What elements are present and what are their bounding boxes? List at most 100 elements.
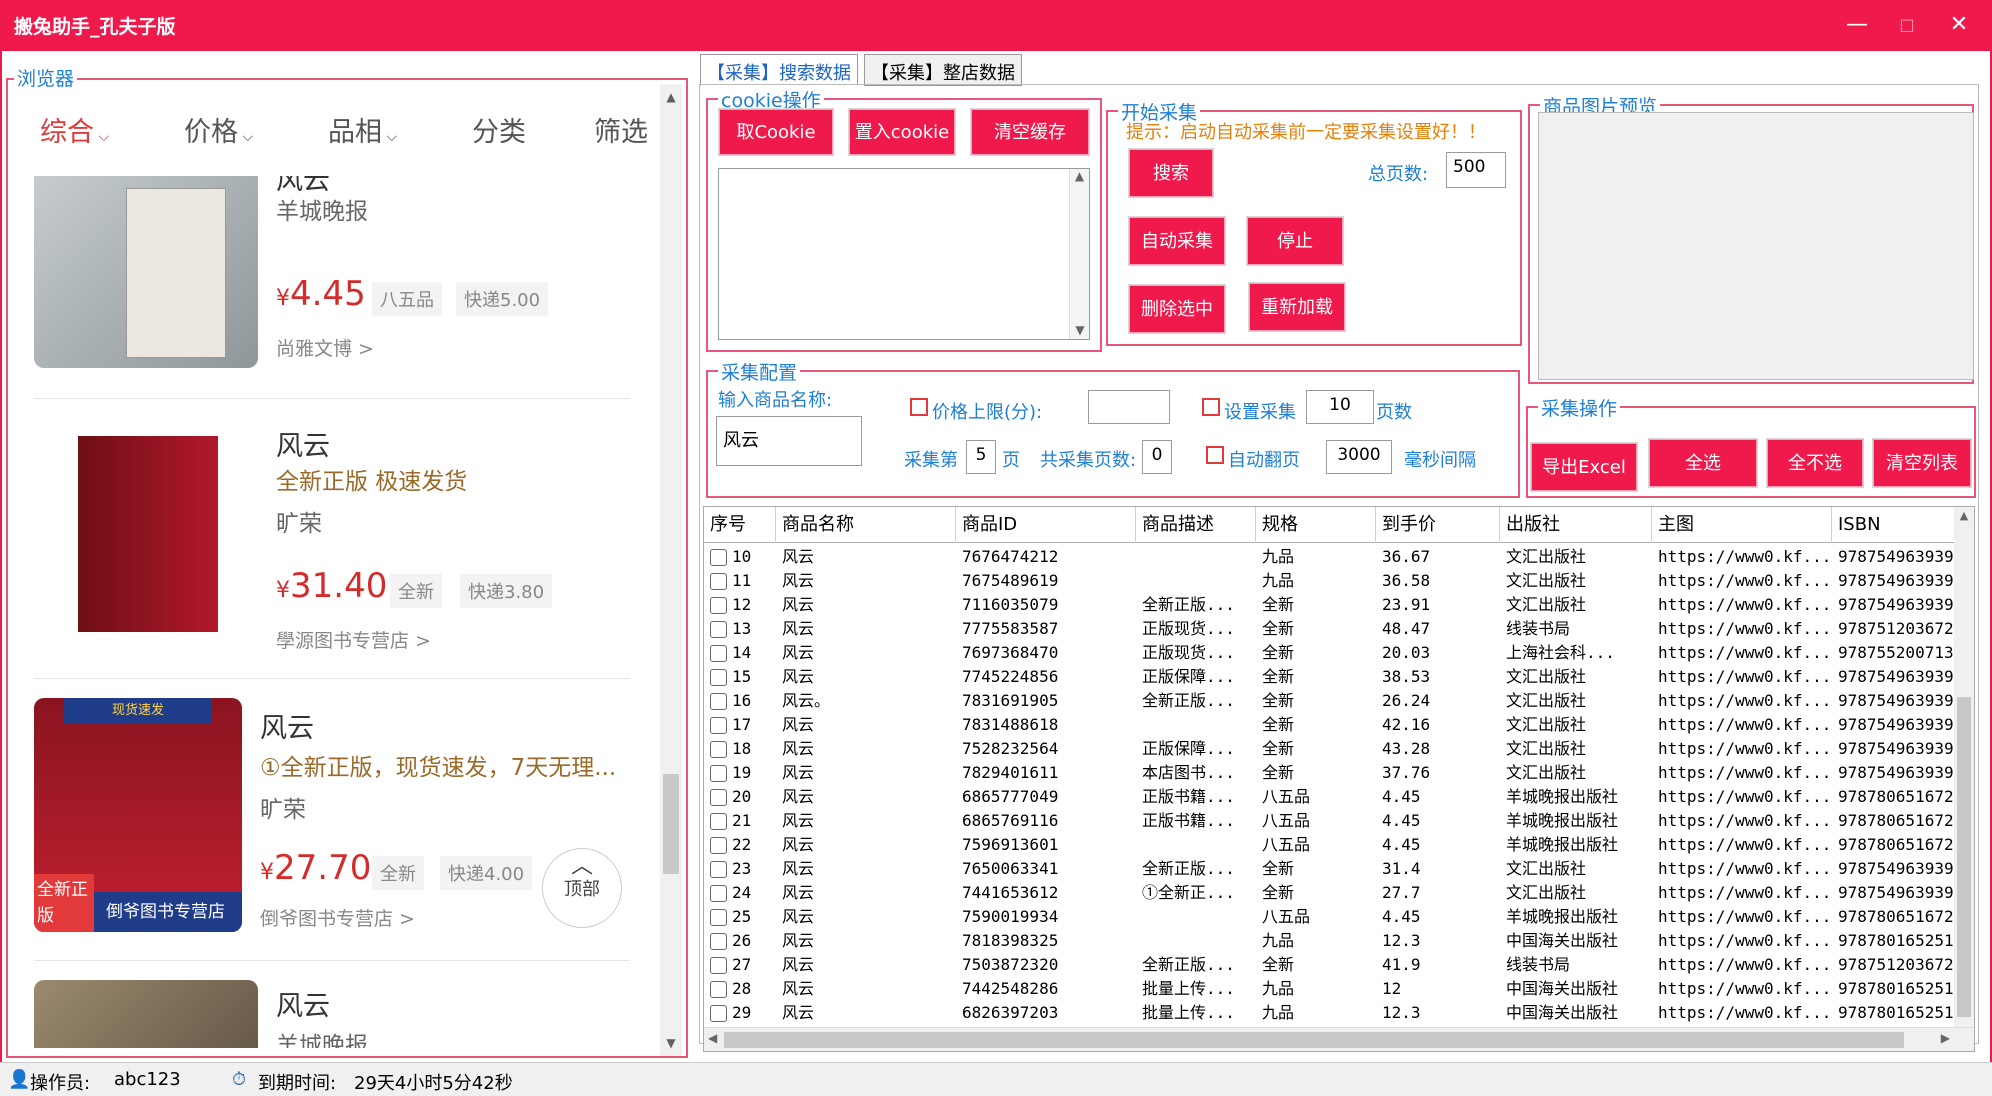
column-header[interactable]: 序号 bbox=[704, 507, 776, 543]
row-checkbox[interactable] bbox=[710, 669, 727, 686]
table-row[interactable]: 12 风云 7116035079 全新正版... 全新 23.91 文汇出版社 https:/… bbox=[704, 593, 1974, 617]
delete-selected-button[interactable]: 删除选中 bbox=[1128, 284, 1226, 334]
table-vscroll[interactable]: ▲ bbox=[1954, 507, 1974, 1029]
table-row[interactable]: 14 风云 7697368470 正版现货... 全新 20.03 上海社会科... http… bbox=[704, 641, 1974, 665]
auto-collect-button[interactable]: 自动采集 bbox=[1128, 216, 1226, 266]
collect-page-input[interactable]: 5 bbox=[966, 440, 996, 474]
tab-search-data[interactable]: 【采集】搜索数据 bbox=[700, 54, 858, 86]
scroll-left-icon[interactable]: ◀ bbox=[708, 1031, 717, 1045]
table-row[interactable]: 19 风云 7829401611 本店图书... 全新 37.76 文汇出版社 https:/… bbox=[704, 761, 1974, 785]
stop-button[interactable]: 停止 bbox=[1246, 216, 1344, 266]
export-excel-button[interactable]: 导出Excel bbox=[1530, 442, 1638, 492]
shop-link[interactable]: 尚雅文博 > bbox=[276, 334, 374, 361]
data-table[interactable]: 序号 商品名称 商品ID 商品描述 规格 到手价 出版社 主图 ISBN 10 风云 7676474… bbox=[703, 506, 1975, 1052]
row-checkbox[interactable] bbox=[710, 693, 727, 710]
sort-tab-price[interactable]: 价格 ⌵ bbox=[184, 110, 253, 149]
row-checkbox[interactable] bbox=[710, 813, 727, 830]
scroll-up-icon[interactable]: ▲ bbox=[1954, 509, 1974, 522]
row-checkbox[interactable] bbox=[710, 549, 727, 566]
row-checkbox[interactable] bbox=[710, 645, 727, 662]
maximize-button[interactable]: □ bbox=[1890, 10, 1924, 40]
row-checkbox[interactable] bbox=[710, 957, 727, 974]
column-header[interactable]: 出版社 bbox=[1500, 507, 1652, 543]
table-row[interactable]: 29 风云 6826397203 批量上传... 九品 12.3 中国海关出版社 https:… bbox=[704, 1001, 1974, 1025]
table-row[interactable]: 16 风云。 7831691905 全新正版... 全新 26.24 文汇出版社 https:… bbox=[704, 689, 1974, 713]
scrollbar-thumb[interactable] bbox=[1957, 697, 1971, 1017]
table-row[interactable]: 10 风云 7676474212 九品 36.67 文汇出版社 https://www0.k… bbox=[704, 545, 1974, 569]
row-checkbox[interactable] bbox=[710, 909, 727, 926]
auto-flip-checkbox[interactable] bbox=[1206, 446, 1224, 464]
table-row[interactable]: 17 风云 7831488618 全新 42.16 文汇出版社 https://www0.k… bbox=[704, 713, 1974, 737]
browser-scrollbar[interactable]: ▲ ▼ bbox=[660, 84, 682, 1056]
tab-shop-data[interactable]: 【采集】整店数据 bbox=[864, 54, 1022, 86]
scrollbar-thumb[interactable] bbox=[663, 774, 679, 874]
product-name-input[interactable]: 风云 bbox=[716, 416, 862, 466]
table-row[interactable]: 22 风云 7596913601 八五品 4.45 羊城晚报出版社 https://www0… bbox=[704, 833, 1974, 857]
column-header[interactable]: 商品名称 bbox=[776, 507, 956, 543]
total-collected-input[interactable]: 0 bbox=[1142, 440, 1172, 474]
table-row[interactable]: 28 风云 7442548286 批量上传... 九品 12 中国海关出版社 https://… bbox=[704, 977, 1974, 1001]
sort-tab-condition[interactable]: 品相 ⌵ bbox=[328, 110, 397, 149]
column-header[interactable]: ISBN bbox=[1832, 507, 1972, 543]
minimize-button[interactable]: — bbox=[1840, 10, 1874, 40]
column-header[interactable]: 主图 bbox=[1652, 507, 1832, 543]
price-limit-input[interactable] bbox=[1088, 390, 1170, 424]
table-row[interactable]: 25 风云 7590019934 八五品 4.45 羊城晚报出版社 https://www0… bbox=[704, 905, 1974, 929]
scroll-down-icon[interactable]: ▼ bbox=[660, 1036, 682, 1050]
cookie-textarea[interactable]: ▲ ▼ bbox=[718, 168, 1090, 340]
scroll-up-icon[interactable]: ▲ bbox=[660, 90, 682, 104]
total-pages-input[interactable]: 500 bbox=[1446, 152, 1506, 188]
row-checkbox[interactable] bbox=[710, 597, 727, 614]
row-checkbox[interactable] bbox=[710, 981, 727, 998]
column-header[interactable]: 规格 bbox=[1256, 507, 1376, 543]
table-row[interactable]: 13 风云 7775583587 正版现货... 全新 48.47 线装书局 https://… bbox=[704, 617, 1974, 641]
row-checkbox[interactable] bbox=[710, 837, 727, 854]
back-to-top-button[interactable]: ︿ 顶部 bbox=[542, 848, 622, 928]
column-header[interactable]: 商品ID bbox=[956, 507, 1136, 543]
set-collect-checkbox[interactable] bbox=[1202, 398, 1220, 416]
column-header[interactable]: 到手价 bbox=[1376, 507, 1500, 543]
interval-input[interactable]: 3000 bbox=[1326, 440, 1392, 474]
clear-list-button[interactable]: 清空列表 bbox=[1872, 438, 1972, 488]
scroll-up-icon[interactable]: ▲ bbox=[1070, 169, 1089, 183]
scroll-right-icon[interactable]: ▶ bbox=[1941, 1031, 1950, 1045]
table-hscroll[interactable]: ◀ ▶ bbox=[704, 1027, 1974, 1051]
select-none-button[interactable]: 全不选 bbox=[1766, 438, 1864, 488]
table-row[interactable]: 27 风云 7503872320 全新正版... 全新 41.9 线装书局 https://w… bbox=[704, 953, 1974, 977]
row-checkbox[interactable] bbox=[710, 573, 727, 590]
row-checkbox[interactable] bbox=[710, 1005, 727, 1022]
table-row[interactable]: 24 风云 7441653612 ①全新正... 全新 27.7 文汇出版社 https://… bbox=[704, 881, 1974, 905]
product-card[interactable]: 风云 羊城晚报 bbox=[20, 980, 630, 1048]
table-row[interactable]: 20 风云 6865777049 正版书籍... 八五品 4.45 羊城晚报出版社 https… bbox=[704, 785, 1974, 809]
row-checkbox[interactable] bbox=[710, 861, 727, 878]
row-checkbox[interactable] bbox=[710, 789, 727, 806]
search-button[interactable]: 搜索 bbox=[1128, 148, 1214, 198]
table-row[interactable]: 11 风云 7675489619 九品 36.58 文汇出版社 https://www0.k… bbox=[704, 569, 1974, 593]
sort-tab-filter[interactable]: 筛选 bbox=[594, 110, 648, 149]
row-checkbox[interactable] bbox=[710, 741, 727, 758]
shop-link[interactable]: 學源图书专营店 > bbox=[276, 626, 431, 653]
set-cookie-button[interactable]: 置入cookie bbox=[848, 108, 956, 156]
clear-cache-button[interactable]: 清空缓存 bbox=[970, 108, 1090, 156]
scroll-down-icon[interactable]: ▼ bbox=[1070, 323, 1090, 337]
product-card[interactable]: 现货速发 倒爷图书专营店 全新正版 风云 ①全新正版，现货速发，7天无理... … bbox=[20, 698, 630, 948]
price-limit-checkbox[interactable] bbox=[910, 398, 928, 416]
product-card[interactable]: 风云 全新正版 极速发货 旷荣 ¥31.40 全新 快递3.80 學源图书专营店… bbox=[20, 416, 630, 676]
textarea-scrollbar[interactable]: ▲ ▼ bbox=[1069, 169, 1089, 339]
select-all-button[interactable]: 全选 bbox=[1648, 438, 1758, 488]
table-row[interactable]: 15 风云 7745224856 正版保障... 全新 38.53 文汇出版社 https:/… bbox=[704, 665, 1974, 689]
row-checkbox[interactable] bbox=[710, 885, 727, 902]
sort-tab-category[interactable]: 分类 bbox=[472, 110, 526, 149]
close-button[interactable]: ✕ bbox=[1942, 10, 1976, 40]
column-header[interactable]: 商品描述 bbox=[1136, 507, 1256, 543]
sort-tab-composite[interactable]: 综合 ⌵ bbox=[40, 110, 109, 149]
table-row[interactable]: 26 风云 7818398325 九品 12.3 中国海关出版社 https://www0.… bbox=[704, 929, 1974, 953]
row-checkbox[interactable] bbox=[710, 621, 727, 638]
row-checkbox[interactable] bbox=[710, 933, 727, 950]
product-card[interactable]: 风云 羊城晚报 ¥4.45 八五品 快递5.00 尚雅文博 > bbox=[20, 176, 630, 444]
table-row[interactable]: 23 风云 7650063341 全新正版... 全新 31.4 文汇出版社 https://… bbox=[704, 857, 1974, 881]
set-collect-input[interactable]: 10 bbox=[1306, 390, 1374, 424]
row-checkbox[interactable] bbox=[710, 765, 727, 782]
table-row[interactable]: 21 风云 6865769116 正版书籍... 八五品 4.45 羊城晚报出版社 https… bbox=[704, 809, 1974, 833]
reload-button[interactable]: 重新加载 bbox=[1248, 282, 1346, 332]
